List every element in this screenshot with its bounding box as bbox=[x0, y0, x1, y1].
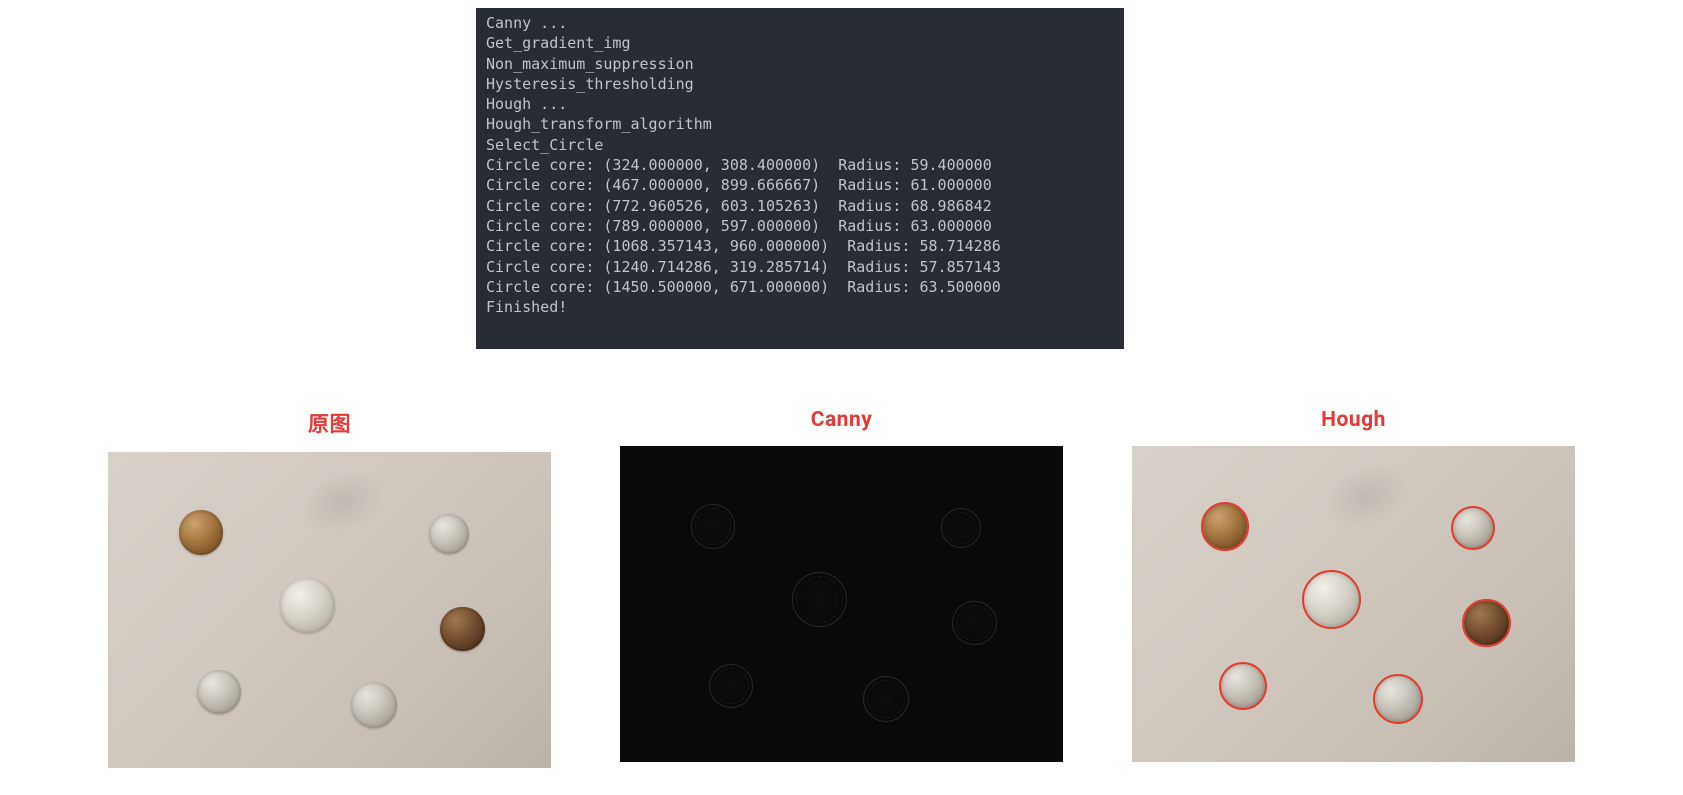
terminal-line: Get_gradient_img bbox=[486, 33, 1114, 53]
terminal-line: Canny ... bbox=[486, 13, 1114, 33]
terminal-line: Circle core: (1068.357143, 960.000000) R… bbox=[486, 236, 1114, 256]
coin-mid-right bbox=[1464, 601, 1508, 645]
coin-top-right bbox=[1453, 508, 1493, 548]
terminal-output: Canny ...Get_gradient_imgNon_maximum_sup… bbox=[476, 8, 1124, 349]
terminal-line: Hysteresis_thresholding bbox=[486, 74, 1114, 94]
image-panels-row: 原图 Canny Hough bbox=[108, 408, 1575, 768]
panel-hough: Hough bbox=[1132, 408, 1575, 768]
image-original bbox=[108, 452, 551, 768]
panel-original: 原图 bbox=[108, 408, 551, 768]
coin-top-right-edge bbox=[941, 508, 981, 548]
coin-center-edge bbox=[792, 572, 847, 627]
panel-hough-title: Hough bbox=[1132, 408, 1575, 432]
terminal-line: Circle core: (324.000000, 308.400000) Ra… bbox=[486, 155, 1114, 175]
terminal-line: Circle core: (772.960526, 603.105263) Ra… bbox=[486, 196, 1114, 216]
panel-canny-title: Canny bbox=[620, 408, 1063, 432]
terminal-line: Select_Circle bbox=[486, 135, 1114, 155]
page: Canny ...Get_gradient_imgNon_maximum_sup… bbox=[0, 0, 1683, 795]
terminal-line: Circle core: (1450.500000, 671.000000) R… bbox=[486, 277, 1114, 297]
coin-top-left bbox=[1203, 504, 1247, 548]
image-canny bbox=[620, 446, 1063, 762]
panel-canny: Canny bbox=[620, 408, 1063, 768]
terminal-line: Hough ... bbox=[486, 94, 1114, 114]
terminal-line: Circle core: (467.000000, 899.666667) Ra… bbox=[486, 175, 1114, 195]
coin-mid-right-edge bbox=[952, 601, 996, 645]
terminal-line: Circle core: (1240.714286, 319.285714) R… bbox=[486, 257, 1114, 277]
coin-bottom-mid-edge bbox=[863, 676, 910, 723]
terminal-line: Circle core: (789.000000, 597.000000) Ra… bbox=[486, 216, 1114, 236]
coin-top-left bbox=[179, 510, 223, 554]
coin-top-right bbox=[429, 514, 469, 554]
terminal-line: Hough_transform_algorithm bbox=[486, 114, 1114, 134]
coin-bottom-mid bbox=[351, 682, 398, 729]
image-hough bbox=[1132, 446, 1575, 762]
terminal-line: Non_maximum_suppression bbox=[486, 54, 1114, 74]
coin-mid-right bbox=[440, 607, 484, 651]
coin-bottom-left bbox=[1221, 664, 1265, 708]
coin-top-left-edge bbox=[691, 504, 735, 548]
coin-bottom-left bbox=[197, 670, 241, 714]
panel-original-title: 原图 bbox=[108, 408, 551, 438]
coin-bottom-left-edge bbox=[709, 664, 753, 708]
terminal-line: Finished! bbox=[486, 297, 1114, 317]
coin-center bbox=[1304, 572, 1359, 627]
coin-bottom-mid bbox=[1375, 676, 1422, 723]
coin-center bbox=[280, 578, 335, 633]
